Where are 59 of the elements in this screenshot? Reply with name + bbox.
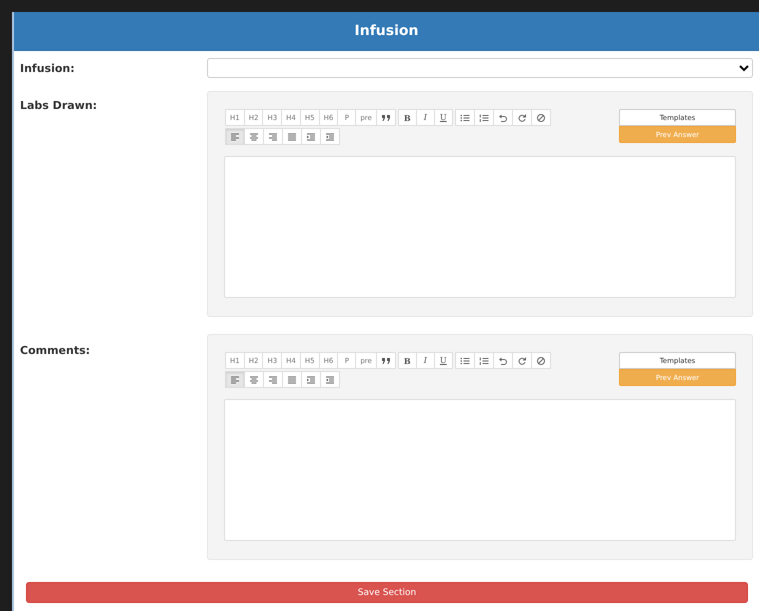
align-right-icon (268, 132, 278, 142)
justify-button[interactable] (282, 128, 302, 145)
clear-format-button[interactable] (530, 352, 551, 369)
justify-icon (287, 132, 297, 142)
outdent-button[interactable] (320, 128, 340, 145)
bold-button[interactable]: B (398, 352, 417, 369)
outdent-icon (325, 132, 335, 142)
undo-icon (498, 356, 508, 366)
align-left-button[interactable] (225, 371, 245, 388)
indent-button[interactable] (301, 371, 321, 388)
bullet-list-button[interactable] (454, 109, 475, 126)
field-label: Comments: (20, 343, 92, 359)
undo-button[interactable] (492, 109, 513, 126)
align-center-icon (249, 374, 259, 384)
numbered-list-button[interactable] (474, 352, 494, 369)
justify-button[interactable] (282, 371, 302, 388)
outdent-icon (325, 374, 335, 384)
align-right-button[interactable] (263, 371, 283, 388)
justify-icon (287, 374, 297, 384)
align-center-icon (249, 132, 259, 142)
align-right-button[interactable] (263, 128, 283, 145)
underline-button[interactable]: U (434, 109, 453, 126)
clear-format-button[interactable] (530, 109, 551, 126)
indent-icon (306, 374, 316, 384)
undo-button[interactable] (492, 352, 513, 369)
save-section-button[interactable]: Save Section (26, 582, 748, 603)
bullet-list-icon (460, 112, 470, 122)
undo-icon (498, 112, 508, 122)
outdent-button[interactable] (320, 371, 340, 388)
quote-icon (380, 112, 391, 122)
numbered-list-icon (478, 356, 489, 366)
bullet-list-button[interactable] (454, 352, 475, 369)
quote-button[interactable] (376, 352, 396, 369)
field-label: Infusion: (20, 61, 76, 77)
underline-button[interactable]: U (434, 352, 453, 369)
indent-button[interactable] (301, 128, 321, 145)
numbered-list-icon (478, 112, 489, 122)
bullet-list-icon (460, 356, 470, 366)
field-label: Labs Drawn: (20, 98, 98, 114)
clear-format-icon (536, 112, 546, 122)
quote-icon (380, 356, 391, 366)
align-center-button[interactable] (244, 128, 264, 145)
indent-icon (306, 132, 316, 142)
quote-button[interactable] (376, 109, 396, 126)
clear-format-icon (536, 356, 546, 366)
align-left-icon (230, 374, 240, 384)
align-center-button[interactable] (244, 371, 264, 388)
align-right-icon (268, 374, 278, 384)
redo-icon (516, 356, 527, 366)
italic-button[interactable]: I (416, 352, 435, 369)
page-title: Infusion (354, 23, 418, 39)
italic-button[interactable]: I (416, 109, 435, 126)
numbered-list-button[interactable] (474, 109, 494, 126)
bold-button[interactable]: B (398, 109, 417, 126)
align-left-icon (230, 132, 240, 142)
redo-icon (516, 112, 527, 122)
redo-button[interactable] (512, 352, 532, 369)
redo-button[interactable] (512, 109, 532, 126)
align-left-button[interactable] (225, 128, 245, 145)
